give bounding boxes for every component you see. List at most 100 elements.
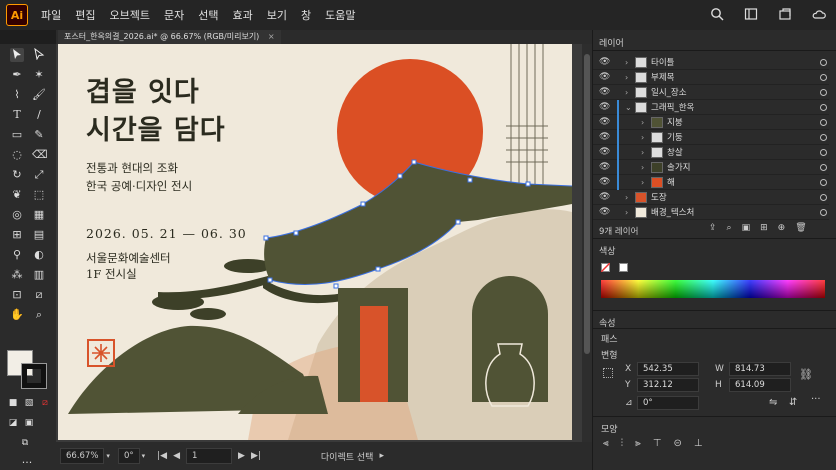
- visibility-eye-icon[interactable]: 👁: [599, 162, 611, 172]
- menu-file[interactable]: 파일: [34, 7, 68, 23]
- artboard-tool-icon[interactable]: ⊡: [10, 288, 24, 302]
- zoom-dropdown-icon[interactable]: ▾: [106, 452, 110, 460]
- previous-artboard-icon[interactable]: ◀: [173, 451, 180, 461]
- layer-name[interactable]: 타이틀: [651, 56, 674, 68]
- screen-mode-icon[interactable]: ▣: [22, 416, 36, 430]
- poster-title-line2[interactable]: 시간을 담다: [86, 108, 226, 147]
- layers-panel-title[interactable]: 레이어: [599, 36, 624, 49]
- zoom-tool-icon[interactable]: ⌕: [32, 308, 46, 322]
- h-field[interactable]: 614.09: [729, 378, 791, 392]
- eraser-tool-icon[interactable]: ⌫: [32, 148, 48, 162]
- visibility-eye-icon[interactable]: 👁: [599, 57, 611, 67]
- expand-chevron-icon[interactable]: ›: [641, 148, 651, 157]
- close-tab-icon[interactable]: ×: [268, 32, 275, 41]
- shape-builder-tool-icon[interactable]: ◎: [10, 208, 24, 222]
- free-transform-tool-icon[interactable]: ⬚: [32, 188, 46, 202]
- new-layer-icon[interactable]: ⊕: [778, 223, 786, 233]
- target-circle-icon[interactable]: [820, 88, 827, 96]
- symbol-sprayer-tool-icon[interactable]: ⁂: [10, 268, 24, 282]
- layer-name[interactable]: 지붕: [667, 116, 683, 128]
- perspective-tool-icon[interactable]: ▦: [32, 208, 46, 222]
- stroke-swatch[interactable]: [21, 363, 47, 389]
- rectangle-tool-icon[interactable]: ▭: [10, 128, 24, 142]
- visibility-eye-icon[interactable]: 👁: [599, 102, 611, 112]
- delete-layer-icon[interactable]: 🗑: [795, 223, 806, 233]
- workspace-icon[interactable]: [742, 5, 760, 23]
- rotation-field[interactable]: 0°: [117, 448, 140, 464]
- expand-chevron-icon[interactable]: ›: [625, 193, 635, 202]
- flip-vertical-icon[interactable]: ⇵: [789, 397, 797, 408]
- menu-effect[interactable]: 효과: [225, 7, 259, 23]
- mesh-tool-icon[interactable]: ⊞: [10, 228, 24, 242]
- none-swatch-icon[interactable]: [601, 263, 610, 272]
- target-circle-icon[interactable]: [820, 193, 827, 201]
- layer-name[interactable]: 기둥: [667, 131, 683, 143]
- w-field[interactable]: 814.73: [729, 362, 791, 376]
- layer-row-sun[interactable]: 👁 › 해: [593, 175, 829, 190]
- visibility-eye-icon[interactable]: 👁: [599, 132, 611, 142]
- expand-chevron-icon[interactable]: ›: [641, 163, 651, 172]
- share-icon[interactable]: [776, 5, 794, 23]
- locate-object-icon[interactable]: ⌕: [727, 223, 732, 233]
- vertical-scrollbar[interactable]: [582, 44, 592, 442]
- target-circle-icon[interactable]: [820, 163, 827, 171]
- none-mode-icon[interactable]: ⧄: [38, 396, 52, 410]
- layer-name[interactable]: 솔가지: [667, 161, 690, 173]
- menu-edit[interactable]: 편집: [68, 7, 102, 23]
- line-tool-icon[interactable]: /: [32, 108, 46, 122]
- selection-tool-icon[interactable]: [10, 48, 24, 62]
- pen-tool-icon[interactable]: ✒: [10, 68, 24, 82]
- layer-row-roof[interactable]: 👁 › 지붕: [593, 115, 829, 130]
- align-center-icon[interactable]: ⫶: [621, 438, 624, 449]
- poster-venue-line2[interactable]: 1F 전시실: [86, 266, 137, 282]
- gradient-mode-icon[interactable]: ▧: [22, 396, 36, 410]
- rotate-angle-icon[interactable]: ⊿: [625, 398, 633, 408]
- shaper-tool-icon[interactable]: ◌: [10, 148, 24, 162]
- visibility-eye-icon[interactable]: 👁: [599, 87, 611, 97]
- rotate-tool-icon[interactable]: ↻: [10, 168, 24, 182]
- blend-tool-icon[interactable]: ◐: [32, 248, 46, 262]
- menu-object[interactable]: 오브젝트: [103, 7, 157, 23]
- expand-chevron-icon[interactable]: ›: [641, 178, 651, 187]
- eyedropper-tool-icon[interactable]: ⚲: [10, 248, 24, 262]
- visibility-eye-icon[interactable]: 👁: [599, 207, 611, 217]
- target-circle-icon[interactable]: [820, 118, 827, 126]
- last-artboard-icon[interactable]: ▶|: [251, 451, 261, 461]
- expand-chevron-icon[interactable]: ›: [625, 58, 635, 67]
- graph-tool-icon[interactable]: ▥: [32, 268, 46, 282]
- visibility-eye-icon[interactable]: 👁: [599, 192, 611, 202]
- poster-subtitle-line2[interactable]: 한국 공예·디자인 전시: [86, 178, 192, 194]
- x-field[interactable]: 542.35: [637, 362, 699, 376]
- target-circle-icon[interactable]: [820, 133, 827, 141]
- target-circle-icon[interactable]: [820, 103, 827, 111]
- color-mode-icon[interactable]: ■: [6, 396, 20, 410]
- visibility-eye-icon[interactable]: 👁: [599, 177, 611, 187]
- scrollbar-thumb[interactable]: [584, 54, 590, 354]
- white-swatch[interactable]: [619, 263, 628, 272]
- cloud-icon[interactable]: [810, 5, 828, 23]
- artboard-number-field[interactable]: 1: [186, 448, 233, 464]
- layer-name[interactable]: 도장: [651, 191, 667, 203]
- target-circle-icon[interactable]: [820, 148, 827, 156]
- collapse-chevron-icon[interactable]: ⌄: [625, 103, 635, 112]
- more-options-icon[interactable]: ···: [811, 394, 821, 405]
- clipping-mask-icon[interactable]: ▣: [742, 223, 751, 233]
- search-icon[interactable]: [708, 5, 726, 23]
- visibility-eye-icon[interactable]: 👁: [599, 147, 611, 157]
- align-top-icon[interactable]: ⊤: [653, 438, 662, 449]
- align-right-icon[interactable]: ⫸: [635, 438, 641, 449]
- brush-tool-icon[interactable]: 🖌: [32, 88, 46, 102]
- layer-row-columns[interactable]: 👁 › 기둥: [593, 130, 829, 145]
- next-artboard-icon[interactable]: ▶: [238, 451, 245, 461]
- star-tool-icon[interactable]: ✶: [32, 68, 46, 82]
- expand-chevron-icon[interactable]: ›: [641, 118, 651, 127]
- edit-toolbar-icon[interactable]: ⧉: [18, 436, 32, 450]
- menu-window[interactable]: 창: [294, 7, 318, 23]
- pencil-tool-icon[interactable]: ✎: [32, 128, 46, 142]
- zoom-field[interactable]: 66.67%: [60, 448, 105, 464]
- layer-name[interactable]: 부제목: [651, 71, 674, 83]
- slice-tool-icon[interactable]: ⧄: [32, 288, 46, 302]
- menu-view[interactable]: 보기: [260, 7, 294, 23]
- status-menu-icon[interactable]: ▸: [379, 451, 384, 461]
- export-icon[interactable]: ⇪: [709, 223, 717, 233]
